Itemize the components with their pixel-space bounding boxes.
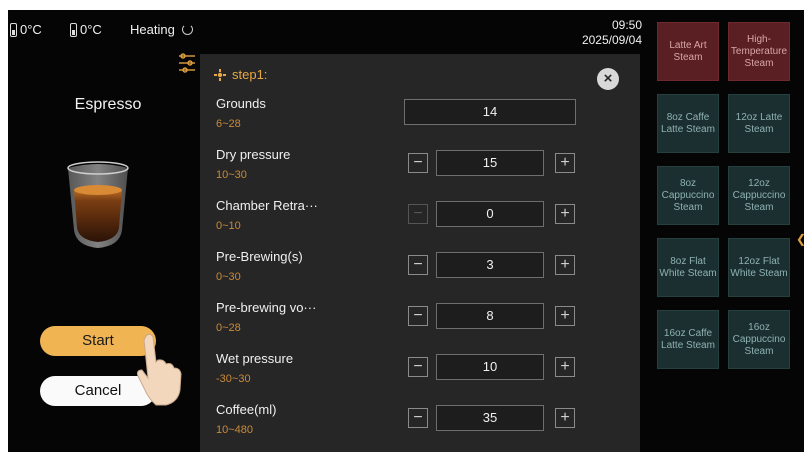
minus-icon[interactable]: − xyxy=(408,408,428,428)
param-range: 10~480 xyxy=(216,424,254,436)
chamber-retract-value-field[interactable]: 0 xyxy=(436,201,544,227)
drink-tile-8oz-cappuccino-steam[interactable]: 8oz Cappuccino Steam xyxy=(657,166,719,225)
heating-label: Heating xyxy=(130,22,175,37)
param-pre-brewing-time: Pre-Brewing(s) 0~30 − 3 + xyxy=(216,249,626,293)
boiler-temp-1: 0°C xyxy=(10,22,42,37)
plus-icon[interactable]: + xyxy=(555,306,575,326)
temp-1-value: 0°C xyxy=(20,22,42,37)
minus-icon[interactable]: − xyxy=(408,306,428,326)
hand-pointer-icon xyxy=(137,333,182,406)
drink-tile-8oz-caffe-latte-steam[interactable]: 8oz Caffe Latte Steam xyxy=(657,94,719,153)
water-tank-icon xyxy=(10,22,17,37)
device-frame: 0°C 0°C Heating 09:50 2025/09/04 Espress… xyxy=(0,0,804,452)
clock: 09:50 2025/09/04 xyxy=(582,18,642,48)
grounds-value-field[interactable]: 14 xyxy=(404,99,576,125)
param-grounds: Grounds 6~28 14 xyxy=(216,96,626,140)
minus-icon[interactable]: − xyxy=(408,255,428,275)
param-range: 6~28 xyxy=(216,118,241,130)
screen: 0°C 0°C Heating 09:50 2025/09/04 Espress… xyxy=(8,10,804,452)
param-range: 0~28 xyxy=(216,322,241,334)
pre-brewing-volume-value-field[interactable]: 8 xyxy=(436,303,544,329)
step-label: step1: xyxy=(232,67,268,82)
heating-spinner-icon xyxy=(181,24,193,35)
param-coffee-volume: Coffee(ml) 10~480 − 35 + xyxy=(216,402,626,446)
plus-icon[interactable]: + xyxy=(555,408,575,428)
param-label: Chamber Retra··· xyxy=(216,198,318,213)
param-wet-pressure: Wet pressure -30~30 − 10 + xyxy=(216,351,626,395)
drink-name: Espresso xyxy=(74,96,142,113)
param-chamber-retract: Chamber Retra··· 0~10 − 0 + xyxy=(216,198,626,242)
drink-tile-16oz-cappuccino-steam[interactable]: 16oz Cappuccino Steam xyxy=(728,310,790,369)
coffee-volume-value-field[interactable]: 35 xyxy=(436,405,544,431)
settings-sliders-icon[interactable] xyxy=(178,52,196,74)
parameter-dialog: step1: × Grounds 6~28 14 Dry pressure 10… xyxy=(200,54,640,452)
param-range: 0~10 xyxy=(216,220,241,232)
drink-tile-16oz-caffe-latte-steam[interactable]: 16oz Caffe Latte Steam xyxy=(657,310,719,369)
param-label: Coffee(ml) xyxy=(216,402,277,417)
param-dry-pressure: Dry pressure 10~30 − 15 + xyxy=(216,147,626,191)
param-range: 10~30 xyxy=(216,169,247,181)
status-bar: 0°C 0°C Heating xyxy=(8,10,648,54)
plus-icon[interactable]: + xyxy=(555,204,575,224)
drink-tile-12oz-cappuccino-steam[interactable]: 12oz Cappuccino Steam xyxy=(728,166,790,225)
param-label: Wet pressure xyxy=(216,351,294,366)
param-label: Pre-Brewing(s) xyxy=(216,249,303,264)
drink-tile-12oz-flat-white-steam[interactable]: 12oz Flat White Steam xyxy=(728,238,790,297)
minus-icon[interactable]: − xyxy=(408,357,428,377)
heating-status: Heating xyxy=(130,22,193,37)
param-label: Pre-brewing vo··· xyxy=(216,300,317,315)
param-range: 0~30 xyxy=(216,271,241,283)
param-label: Grounds xyxy=(216,96,266,111)
plus-icon[interactable]: + xyxy=(555,357,575,377)
plus-icon[interactable]: + xyxy=(555,255,575,275)
date: 2025/09/04 xyxy=(581,33,642,47)
boiler-temp-2: 0°C xyxy=(70,22,102,37)
dry-pressure-value-field[interactable]: 15 xyxy=(436,150,544,176)
drink-tile-high-temperature-steam[interactable]: High-Temperature Steam xyxy=(728,22,790,81)
minus-icon[interactable]: − xyxy=(408,204,428,224)
time: 09:50 xyxy=(611,18,642,32)
chevron-left-icon[interactable]: ❮ xyxy=(796,232,804,246)
water-tank-icon xyxy=(70,22,77,37)
minus-icon[interactable]: − xyxy=(408,153,428,173)
param-pre-brewing-volume: Pre-brewing vo··· 0~28 − 8 + xyxy=(216,300,626,344)
step-gear-icon xyxy=(214,68,226,81)
wet-pressure-value-field[interactable]: 10 xyxy=(436,354,544,380)
close-icon[interactable]: × xyxy=(597,68,619,90)
param-label: Dry pressure xyxy=(216,147,291,162)
plus-icon[interactable]: + xyxy=(555,153,575,173)
drink-tile-8oz-flat-white-steam[interactable]: 8oz Flat White Steam xyxy=(657,238,719,297)
step-title: step1: xyxy=(214,67,267,82)
espresso-cup-image xyxy=(67,161,129,248)
drink-tile-latte-art-steam[interactable]: Latte Art Steam xyxy=(657,22,719,81)
param-range: -30~30 xyxy=(216,373,251,385)
drink-tile-12oz-latte-steam[interactable]: 12oz Latte Steam xyxy=(728,94,790,153)
pre-brewing-time-value-field[interactable]: 3 xyxy=(436,252,544,278)
temp-2-value: 0°C xyxy=(80,22,102,37)
